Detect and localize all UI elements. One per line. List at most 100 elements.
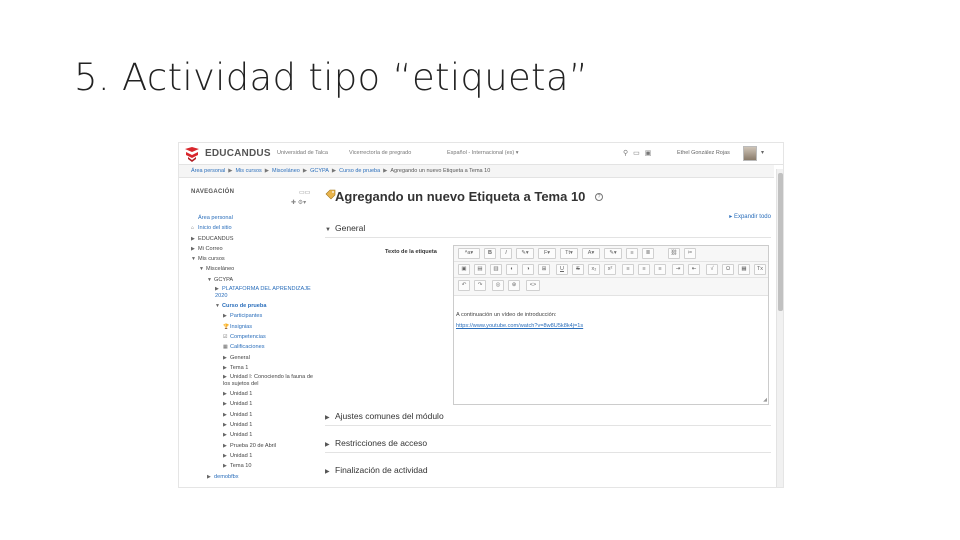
page-scrollbar[interactable] <box>776 169 783 487</box>
chat-icon[interactable]: ▭ <box>633 150 645 157</box>
help-icon[interactable]: ? <box>595 193 603 201</box>
sidebar-tree-label[interactable]: Curso de prueba <box>222 303 266 309</box>
sidebar-tree-label[interactable]: PLATAFORMA DEL APRENDIZAJE 2020 <box>215 286 311 299</box>
align-center-icon[interactable]: ≡ <box>638 264 650 275</box>
sidebar-tree-label[interactable]: GCYPA <box>214 277 233 283</box>
underline-button[interactable]: U <box>556 264 568 275</box>
sidebar-tree-item[interactable]: ▶ EDUCANDUS <box>191 234 315 244</box>
sidebar-tree-item[interactable]: 🏆Insignias <box>191 322 315 332</box>
sidebar-tree-label[interactable]: EDUCANDUS <box>198 236 233 242</box>
sidebar-tree-item[interactable]: ▶ Unidad I: Conociendo la fauna de los su… <box>191 373 315 389</box>
sidebar-tree-label[interactable]: Inicio del sitio <box>198 225 232 231</box>
indent-icon[interactable]: ⇥ <box>672 264 684 275</box>
language-menu[interactable]: Español - Internacional (es) ▾ <box>447 150 519 156</box>
chevron-down-icon[interactable]: ▼ <box>191 254 198 264</box>
sidebar-tree-item[interactable]: ▶ Tema 1 <box>191 363 315 373</box>
sidebar-tree-label[interactable]: Misceláneo <box>206 266 234 272</box>
sidebar-tree-item[interactable]: ▶ Mi Correo <box>191 244 315 254</box>
chevron-down-icon[interactable]: ▾ <box>761 149 764 156</box>
section-restricciones[interactable]: ▶ Restricciones de acceso <box>325 438 771 453</box>
chevron-down-icon[interactable]: ▼ <box>325 227 331 233</box>
breadcrumb-item[interactable]: Mis cursos <box>235 168 261 174</box>
avatar[interactable] <box>743 146 757 161</box>
breadcrumb-item[interactable]: Curso de prueba <box>339 168 380 174</box>
clear-format-icon[interactable]: Tx <box>754 264 766 275</box>
redo-icon[interactable]: ↷ <box>474 280 486 291</box>
section-finalizacion[interactable]: ▶ Finalización de actividad <box>325 465 771 475</box>
sidebar-tree-item[interactable]: ☑ Competencias <box>191 332 315 342</box>
sidebar-tree-label[interactable]: Unidad 1 <box>230 412 252 418</box>
numbered-list-icon[interactable]: ≣ <box>642 248 654 259</box>
sidebar-tree-item[interactable]: ▶ Unidad 1 <box>191 399 315 409</box>
sidebar-tree-label[interactable]: Prueba 20 de Abril <box>230 443 276 449</box>
scrollbar-thumb[interactable] <box>778 173 783 311</box>
sidebar-tree-item[interactable]: ▶ PLATAFORMA DEL APRENDIZAJE 2020 <box>191 285 315 301</box>
bold-button[interactable]: B <box>484 248 496 259</box>
section-general[interactable]: ▼ General <box>325 223 771 238</box>
sidebar-tree-label[interactable]: Área personal <box>198 215 233 221</box>
sidebar-tree-item[interactable]: ▶ General <box>191 353 315 363</box>
educandus-logo-icon[interactable] <box>183 146 201 162</box>
breadcrumb-item[interactable]: Área personal <box>191 168 225 174</box>
font-family-button[interactable]: F▾ <box>538 248 556 259</box>
chevron-down-icon[interactable]: ▼ <box>215 301 222 311</box>
atto-editor[interactable]: ᴬa▾ B I ✎▾ F▾ Tt▾ A▾ ✎▾ ≡ ≣ ⛓ ✂ ▣ ▤ ▥ ◐ … <box>453 245 769 405</box>
sidebar-tree-item[interactable]: ▼ Mis cursos <box>191 254 315 264</box>
editor-video-link[interactable]: https://www.youtube.com/watch?v=8w8U5k8k… <box>456 323 583 329</box>
chevron-right-icon[interactable]: ▶ <box>223 420 230 430</box>
link-icon[interactable]: ⛓ <box>668 248 680 259</box>
strikethrough-button[interactable]: S <box>572 264 584 275</box>
image-icon[interactable]: ▣ <box>458 264 470 275</box>
bullet-list-icon[interactable]: ≡ <box>626 248 638 259</box>
search-icon[interactable]: ⚲ <box>623 150 633 157</box>
nav-link-universidad[interactable]: Universidad de Talca <box>277 150 328 156</box>
brush-icon[interactable]: ✎▾ <box>516 248 534 259</box>
brand-name[interactable]: EDUCANDUS <box>205 148 271 159</box>
sidebar-tree-label[interactable]: Tema 1 <box>230 365 248 371</box>
sidebar-tree-label[interactable]: Unidad 1 <box>230 401 252 407</box>
text-color-button[interactable]: A▾ <box>582 248 600 259</box>
section-general-title[interactable]: General <box>335 223 365 233</box>
accessibility-checker-icon[interactable]: ◎ <box>492 280 504 291</box>
chevron-right-icon[interactable]: ▶ <box>191 234 198 244</box>
sidebar-tree-label[interactable]: Participantes <box>230 313 262 319</box>
chevron-right-icon[interactable]: ▶ <box>223 311 230 321</box>
align-left-icon[interactable]: ≡ <box>622 264 634 275</box>
chevron-right-icon[interactable]: ▶ <box>223 410 230 420</box>
sidebar-tree-item[interactable]: ⌂ Inicio del sitio <box>191 223 315 233</box>
chevron-right-icon[interactable]: ▶ <box>325 414 331 421</box>
chevron-right-icon[interactable]: ▶ <box>223 363 230 373</box>
text-style-button[interactable]: Tt▾ <box>560 248 578 259</box>
chevron-right-icon[interactable]: ▶ <box>325 468 331 475</box>
html-source-icon[interactable]: <> <box>526 280 540 291</box>
chevron-right-icon[interactable]: ▶ <box>191 244 198 254</box>
sidebar-tree-label[interactable]: Mis cursos <box>198 256 225 262</box>
sidebar-tree-item[interactable]: Área personal <box>191 213 315 223</box>
align-right-icon[interactable]: ≡ <box>654 264 666 275</box>
sidebar-tree-item[interactable]: ▼ Curso de prueba <box>191 301 315 311</box>
font-size-button[interactable]: ᴬa▾ <box>458 248 480 259</box>
chevron-right-icon[interactable]: ▶ <box>223 430 230 440</box>
section-restricciones-title[interactable]: Restricciones de acceso <box>335 438 427 448</box>
block-actions-icon[interactable]: ✚ ⚙▾ <box>291 199 306 206</box>
sidebar-tree-item[interactable]: ▶ Unidad 1 <box>191 451 315 461</box>
sidebar-tree-label[interactable]: Unidad 1 <box>230 422 252 428</box>
sidebar-tree-item[interactable]: ▼ GCYPA <box>191 275 315 285</box>
sidebar-tree-label[interactable]: Insignias <box>230 324 252 330</box>
sidebar-tree-item[interactable]: ▦ Calificaciones <box>191 342 315 352</box>
message-icon[interactable]: ▣ <box>645 150 657 157</box>
breadcrumb-item[interactable]: Misceláneo <box>272 168 300 174</box>
chevron-right-icon[interactable]: ▶ <box>223 461 230 471</box>
chevron-down-icon[interactable]: ▼ <box>207 275 214 285</box>
section-finalizacion-title[interactable]: Finalización de actividad <box>335 465 428 475</box>
record-audio-icon[interactable]: ◐ <box>506 264 518 275</box>
sidebar-tree-label[interactable]: Competencias <box>230 334 266 340</box>
user-name[interactable]: Ethel González Rojas <box>677 150 730 156</box>
undo-icon[interactable]: ↶ <box>458 280 470 291</box>
chevron-right-icon[interactable]: ▶ <box>223 441 230 451</box>
tree-node-icon[interactable]: ☑ <box>223 332 230 342</box>
sidebar-tree-item[interactable]: ▶ Unidad 1 <box>191 430 315 440</box>
chevron-right-icon[interactable]: ▶ <box>223 374 230 381</box>
sidebar-tree-label[interactable]: Calificaciones <box>230 344 265 350</box>
chevron-right-icon[interactable]: ▶ <box>207 472 214 482</box>
